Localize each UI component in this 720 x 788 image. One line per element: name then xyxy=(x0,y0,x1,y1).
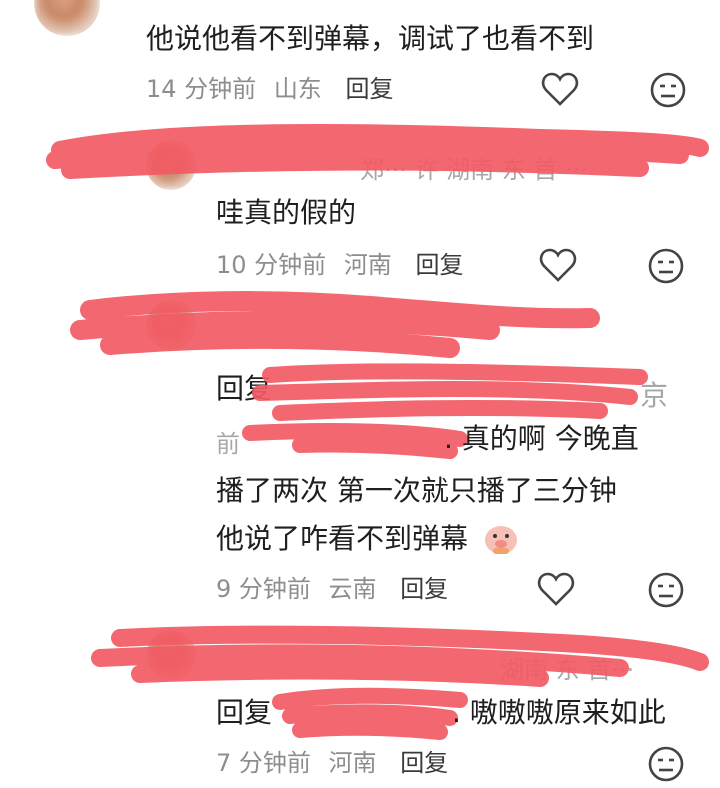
heart-icon[interactable] xyxy=(540,70,580,110)
comment-text-line: . 真的啊 今晚直 xyxy=(444,422,639,455)
comment-time: 14 分钟前 xyxy=(146,75,257,103)
comment-location: 河南 xyxy=(343,251,392,279)
avatar[interactable] xyxy=(34,0,100,36)
emoji-face-icon[interactable] xyxy=(646,570,686,610)
comment-meta: 10 分钟前 河南 回复 xyxy=(216,250,463,280)
comment-text: . 嗷嗷嗷原来如此 xyxy=(452,696,666,729)
comment-text: 他说他看不到弹幕，调试了也看不到 xyxy=(146,22,595,55)
reply-button[interactable]: 回复 xyxy=(400,749,448,777)
avatar-blur xyxy=(146,630,196,680)
reply-prefix: 回复 xyxy=(216,696,273,729)
reply-button[interactable]: 回复 xyxy=(415,251,463,279)
comment-location: 山东 xyxy=(273,75,322,103)
comment-text: 哇真的假的 xyxy=(216,196,357,229)
comment-time: 7 分钟前 xyxy=(216,749,311,777)
comment-location: 云南 xyxy=(328,575,377,603)
avatar-blur xyxy=(146,300,196,350)
comment-meta: 14 分钟前 山东 回复 xyxy=(146,74,393,104)
username-partial: 湖南 东 首··· xyxy=(500,656,635,684)
avatar[interactable] xyxy=(146,300,196,350)
comment-meta: 7 分钟前 河南 回复 xyxy=(216,748,448,778)
reply-prefix: 回复 xyxy=(216,372,273,405)
emoji-face-icon[interactable] xyxy=(648,70,688,110)
comment-text-segment: 他说了咋看不到弹幕 xyxy=(216,522,469,555)
username-partial: 前 xyxy=(216,430,240,458)
reply-button[interactable]: 回复 xyxy=(400,575,448,603)
comment-location: 河南 xyxy=(328,749,377,777)
avatar-blur xyxy=(34,0,100,36)
username-partial: 郑··· 许 湖南 东 首 ··· xyxy=(360,156,588,184)
username-partial: 京 xyxy=(640,379,669,412)
heart-icon[interactable] xyxy=(536,570,576,610)
comment-time: 9 分钟前 xyxy=(216,575,311,603)
pig-emoji-icon xyxy=(481,522,521,558)
emoji-face-icon[interactable] xyxy=(646,246,686,286)
reply-button[interactable]: 回复 xyxy=(345,75,393,103)
comment-time: 10 分钟前 xyxy=(216,251,327,279)
comment-text-line: 他说了咋看不到弹幕 xyxy=(216,522,521,558)
heart-icon[interactable] xyxy=(538,246,578,286)
redaction-scribble xyxy=(272,687,468,740)
comment-meta: 9 分钟前 云南 回复 xyxy=(216,574,448,604)
comment-text-line: 播了两次 第一次就只播了三分钟 xyxy=(216,474,617,507)
avatar[interactable] xyxy=(146,140,196,190)
avatar-blur xyxy=(146,140,196,190)
avatar[interactable] xyxy=(146,630,196,680)
emoji-face-icon[interactable] xyxy=(646,744,686,784)
